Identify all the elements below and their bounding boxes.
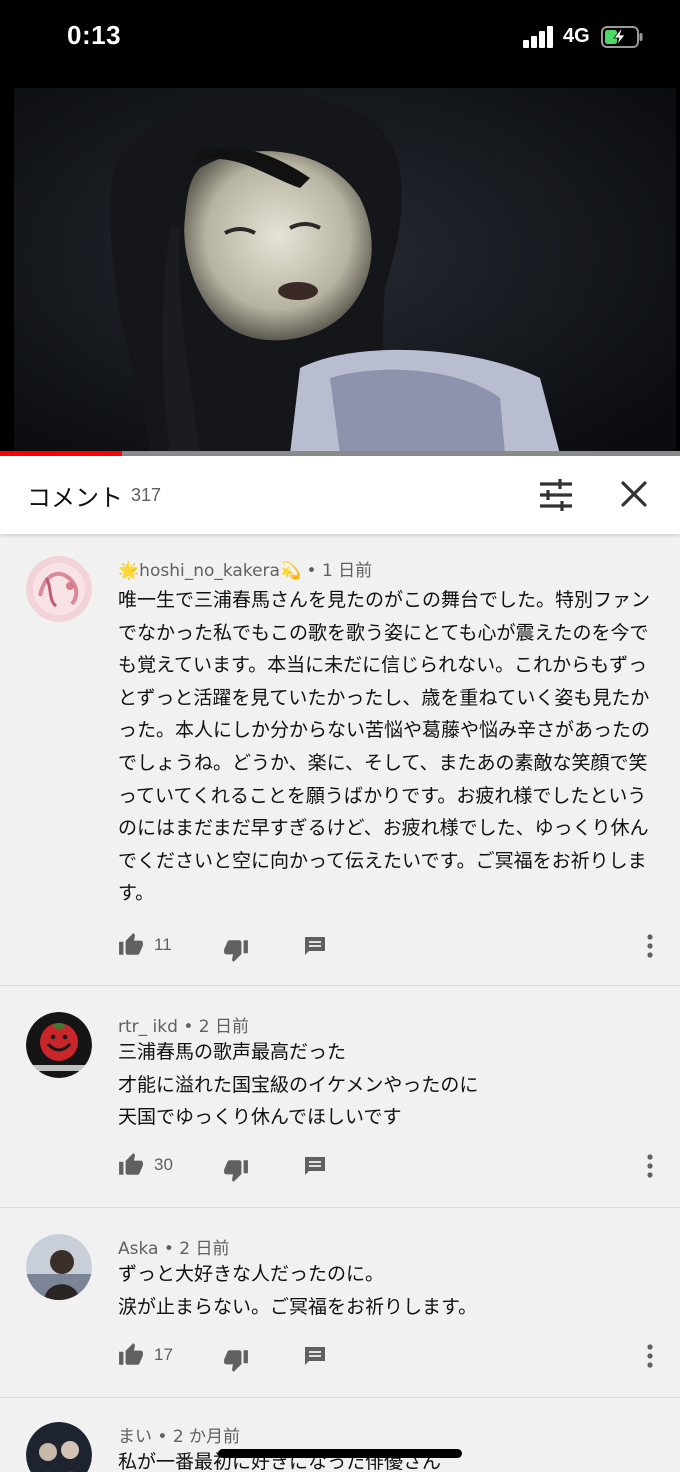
status-bar: 0:13 4G	[0, 0, 680, 78]
avatar[interactable]	[26, 556, 92, 622]
comment-actions: 30	[0, 1146, 680, 1186]
avatar[interactable]	[26, 1234, 92, 1300]
network-label: 4G	[563, 25, 590, 47]
comment-author[interactable]: rtr_ ikd	[118, 1017, 178, 1037]
more-vert-icon[interactable]	[641, 1152, 659, 1180]
thumbs-up-icon[interactable]	[118, 932, 144, 958]
comment-actions: 11	[0, 926, 680, 966]
comment-item: Aska • 2 日前 ずっと大好きな人だったのに。 涙が止まらない。ご冥福をお…	[0, 1208, 680, 1398]
avatar[interactable]	[26, 1012, 92, 1078]
signal-icon	[523, 26, 557, 48]
reply-icon[interactable]	[303, 934, 327, 958]
comment-time: • 2 日前	[183, 1017, 249, 1037]
comment-item: rtr_ ikd • 2 日前 三浦春馬の歌声最高だった 才能に溢れた国宝級のイ…	[0, 986, 680, 1208]
comment-author[interactable]: 🌟hoshi_no_kakera💫	[118, 561, 301, 581]
comment-author[interactable]: Aska	[118, 1239, 158, 1259]
comments-title: コメント	[27, 484, 123, 512]
comment-text: ずっと大好きな人だったのに。 涙が止まらない。ご冥福をお祈りします。	[118, 1263, 478, 1318]
reply-icon[interactable]	[303, 1154, 327, 1178]
comment-time: • 2 日前	[163, 1239, 230, 1259]
comment-item: 🌟hoshi_no_kakera💫 • 1 日前 唯一生で三浦春馬さんを見たのが…	[0, 534, 680, 986]
comment-author[interactable]: まい	[118, 1427, 152, 1447]
thumbs-down-icon[interactable]	[223, 1157, 249, 1183]
thumbs-up-icon[interactable]	[118, 1342, 144, 1368]
like-count: 30	[154, 1155, 173, 1174]
like-count: 17	[154, 1345, 173, 1364]
battery-charging-icon	[601, 26, 643, 48]
comment-item: まい • 2 か月前 私が一番最初に好きになった俳優さん	[0, 1398, 680, 1472]
comments-header: コメント 317	[0, 456, 680, 534]
home-indicator[interactable]	[218, 1449, 462, 1458]
video-frame	[0, 78, 680, 454]
comments-count: 317	[131, 485, 162, 505]
comment-actions: 17	[0, 1336, 680, 1376]
thumbs-up-icon[interactable]	[118, 1152, 144, 1178]
like-count: 11	[154, 935, 172, 954]
comment-text: 唯一生で三浦春馬さんを見たのがこの舞台でした。特別ファンでなかった私でもこの歌を…	[118, 589, 651, 905]
avatar[interactable]	[26, 1422, 92, 1472]
close-icon[interactable]	[618, 478, 650, 510]
comment-time: • 2 か月前	[157, 1427, 241, 1447]
more-vert-icon[interactable]	[641, 1342, 659, 1370]
thumbs-down-icon[interactable]	[223, 1347, 249, 1373]
sliders-icon[interactable]	[536, 476, 576, 514]
comment-time: • 1 日前	[306, 561, 373, 581]
video-player[interactable]	[0, 78, 680, 454]
reply-icon[interactable]	[303, 1344, 327, 1368]
status-time: 0:13	[67, 20, 122, 50]
more-vert-icon[interactable]	[641, 932, 659, 960]
comment-text: 三浦春馬の歌声最高だった 才能に溢れた国宝級のイケメンやったのに 天国でゆっくり…	[118, 1041, 479, 1129]
thumbs-down-icon[interactable]	[223, 937, 249, 963]
